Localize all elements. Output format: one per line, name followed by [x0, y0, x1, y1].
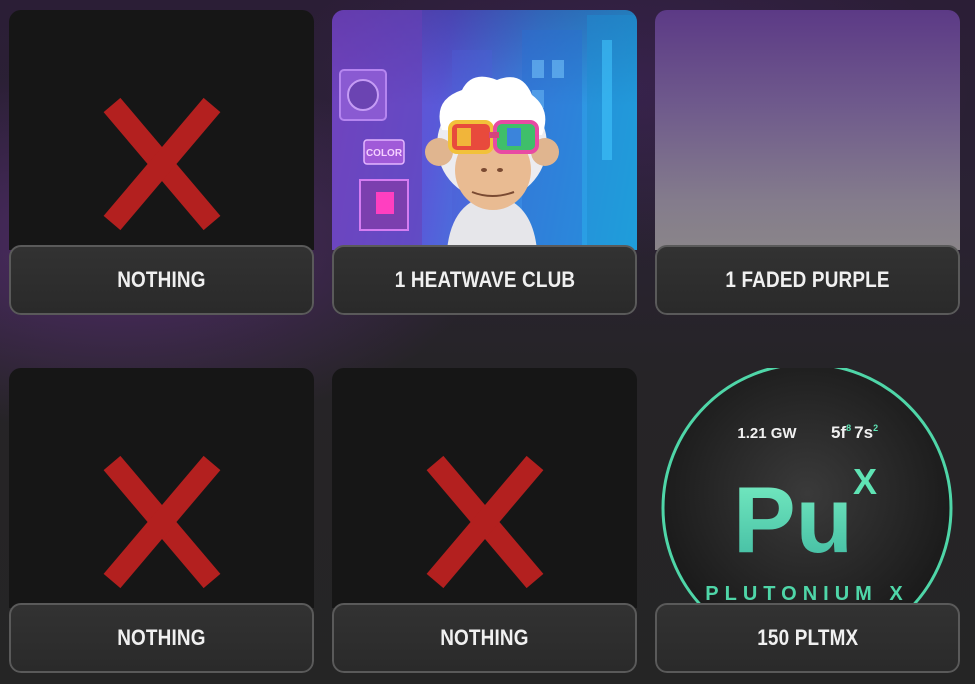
- reward-label: 1 HEATWAVE CLUB: [394, 267, 575, 292]
- faded-purple-swatch: [655, 10, 960, 250]
- reward-card-faded-purple: 1 FADED PURPLE: [655, 10, 960, 315]
- reward-label: 150 PLTMX: [756, 625, 859, 650]
- red-x-icon: [103, 455, 221, 589]
- reward-label-box: 1 FADED PURPLE: [655, 245, 960, 315]
- reward-label-box: NOTHING: [9, 603, 314, 673]
- reward-label-box: 1 HEATWAVE CLUB: [332, 245, 637, 315]
- coin-power-text: 1.21 GW: [737, 425, 797, 442]
- plutonium-coin: 1.21 GW 5f8 7s2 Pu X PLUTONIUM X: [655, 368, 960, 654]
- reward-label-box: NOTHING: [332, 603, 637, 673]
- coin-orbital-text: 5f8 7s2: [831, 423, 878, 442]
- coin-symbol: Pu: [733, 467, 853, 572]
- reward-art: [332, 368, 637, 608]
- reward-label-box: NOTHING: [9, 245, 314, 315]
- red-x-icon: [426, 455, 544, 589]
- reward-card-pltmx: 1.21 GW 5f8 7s2 Pu X PLUTONIUM X 150 PLTM…: [655, 368, 960, 673]
- reward-label: NOTHING: [440, 625, 529, 650]
- reward-label: 1 FADED PURPLE: [725, 267, 890, 292]
- coin-name: PLUTONIUM X: [705, 583, 908, 605]
- ape-nft-image: COLOR: [332, 10, 637, 250]
- reward-label-box: 150 PLTMX: [655, 603, 960, 673]
- shop-sign-text: COLOR: [366, 148, 403, 159]
- reward-art: [9, 10, 314, 250]
- coin-symbol-sup: X: [853, 461, 877, 502]
- reward-card-nothing: NOTHING: [9, 10, 314, 315]
- reward-card-nothing: NOTHING: [332, 368, 637, 673]
- reward-label: NOTHING: [117, 625, 206, 650]
- ape-nft-illustration: COLOR: [332, 10, 637, 250]
- reward-art: [9, 368, 314, 608]
- reward-label: NOTHING: [117, 267, 206, 292]
- red-x-icon: [103, 97, 221, 231]
- reward-card-nothing: NOTHING: [9, 368, 314, 673]
- reward-card-heatwave-club: COLOR 1 HEATWAVE CLUB: [332, 10, 637, 315]
